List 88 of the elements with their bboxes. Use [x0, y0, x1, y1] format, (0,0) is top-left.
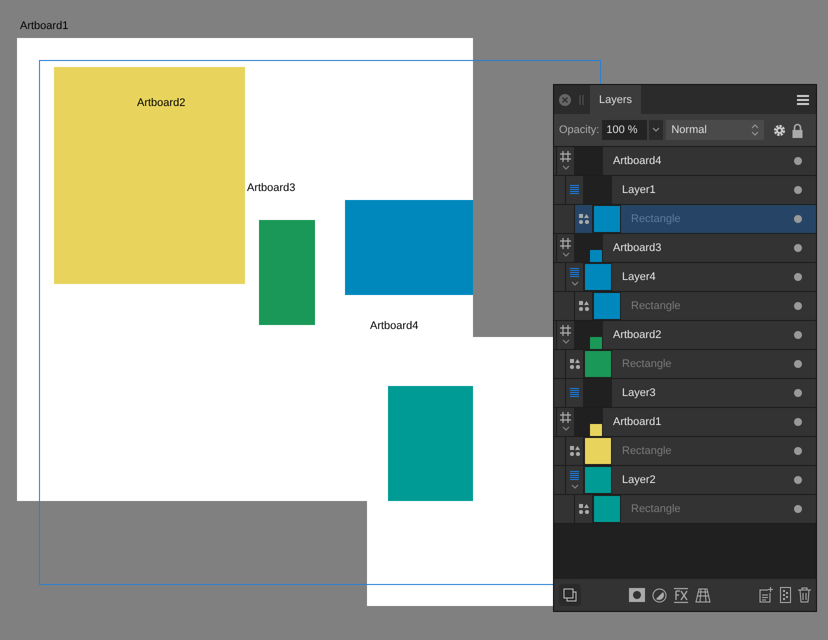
- close-icon[interactable]: [559, 94, 571, 106]
- visibility-dot[interactable]: [794, 476, 802, 484]
- visibility-dot[interactable]: [794, 157, 802, 165]
- layer-type-icon-cell[interactable]: [566, 437, 583, 465]
- grid-icon: [560, 412, 571, 423]
- layers-stack-icon[interactable]: [559, 584, 581, 606]
- layer-type-icon-cell[interactable]: [566, 350, 583, 378]
- up-down-arrows-icon: [751, 124, 760, 136]
- layer-type-icon-cell[interactable]: [566, 379, 583, 407]
- delete-icon[interactable]: [798, 587, 811, 603]
- layers-tab[interactable]: Layers: [590, 85, 642, 114]
- layer-name: Artboard2: [613, 329, 662, 341]
- layer-name: Artboard3: [613, 242, 662, 254]
- layer-type-icon-cell[interactable]: [557, 321, 574, 349]
- visibility-dot[interactable]: [794, 215, 802, 223]
- layer-name: Layer4: [622, 271, 657, 283]
- grip-icon[interactable]: [579, 94, 584, 104]
- layer-row[interactable]: Artboard1: [603, 408, 816, 436]
- layer-row[interactable]: Artboard4: [603, 147, 816, 175]
- layer-row[interactable]: Layer4: [612, 263, 816, 291]
- grid-icon: [560, 325, 571, 336]
- chevron-icon[interactable]: [562, 165, 570, 171]
- shapes-icon: [578, 504, 588, 514]
- layer-name: Artboard4: [613, 155, 662, 167]
- layer-type-icon-cell[interactable]: [566, 263, 583, 291]
- shapes-icon: [578, 214, 588, 224]
- artboard-label: Artboard1: [20, 20, 68, 33]
- add-layer-icon[interactable]: [759, 587, 773, 603]
- visibility-dot[interactable]: [794, 389, 802, 397]
- chevron-icon[interactable]: [562, 339, 570, 345]
- visibility-dot[interactable]: [794, 186, 802, 194]
- visibility-dot[interactable]: [794, 244, 802, 252]
- grid-icon: [560, 238, 571, 249]
- layer-name: Rectangle: [622, 445, 673, 457]
- lines-icon: [570, 470, 579, 480]
- chevron-down-icon[interactable]: [649, 120, 664, 140]
- layer-name: Rectangle: [622, 358, 673, 370]
- visibility-dot[interactable]: [794, 360, 802, 368]
- chevron-icon[interactable]: [562, 426, 570, 432]
- layer-type-icon-cell[interactable]: [557, 408, 574, 436]
- lines-icon: [570, 388, 579, 398]
- visibility-dot[interactable]: [794, 447, 802, 455]
- layer-row[interactable]: Artboard2: [603, 321, 816, 349]
- pixel-layer-icon[interactable]: [780, 587, 791, 603]
- mesh-icon[interactable]: [695, 588, 711, 602]
- layer-type-icon-cell[interactable]: [557, 234, 574, 262]
- artboard-label: Artboard4: [370, 320, 418, 333]
- layer-name: Layer1: [622, 184, 657, 196]
- visibility-dot[interactable]: [794, 505, 802, 513]
- opacity-field[interactable]: 100 %: [602, 120, 648, 140]
- shapes-icon: [570, 446, 580, 456]
- layer-row[interactable]: Layer2: [612, 466, 816, 494]
- layer-type-icon-cell[interactable]: [575, 205, 592, 233]
- chevron-icon[interactable]: [570, 280, 578, 286]
- layer-type-icon-cell[interactable]: [557, 147, 574, 175]
- layer-row[interactable]: Artboard3: [603, 234, 816, 262]
- fx-icon[interactable]: [674, 588, 688, 602]
- layer-type-icon-cell[interactable]: [575, 292, 592, 320]
- layer-type-icon-cell[interactable]: [566, 176, 583, 204]
- mask-icon[interactable]: [629, 588, 645, 602]
- settings-icon[interactable]: [773, 124, 786, 136]
- lines-icon: [570, 185, 579, 195]
- lines-icon: [570, 268, 579, 278]
- lock-icon[interactable]: [792, 122, 804, 138]
- grid-icon: [560, 151, 571, 162]
- chevron-icon[interactable]: [570, 484, 578, 490]
- shapes-icon: [570, 359, 580, 369]
- artboard-label: Artboard3: [247, 182, 296, 195]
- chevron-icon[interactable]: [562, 252, 570, 258]
- layer-name: Layer2: [622, 474, 657, 486]
- shapes-icon: [578, 301, 588, 311]
- layer-type-icon-cell[interactable]: [566, 466, 583, 494]
- visibility-dot[interactable]: [794, 418, 802, 426]
- layer-row[interactable]: Layer1: [612, 176, 816, 204]
- layer-type-icon-cell[interactable]: [575, 495, 592, 523]
- layer-name: Rectangle: [631, 503, 682, 515]
- visibility-dot[interactable]: [794, 273, 802, 281]
- layer-row[interactable]: Layer3: [612, 379, 816, 407]
- layer-name: Rectangle: [631, 300, 682, 312]
- menu-icon[interactable]: [797, 94, 809, 104]
- visibility-dot[interactable]: [794, 302, 802, 310]
- layer-name: Artboard1: [613, 416, 662, 428]
- blend-mode-dropdown[interactable]: Normal: [666, 120, 764, 140]
- visibility-dot[interactable]: [794, 331, 802, 339]
- opacity-label: Opacity:: [559, 124, 600, 136]
- adjustment-icon[interactable]: [652, 588, 667, 602]
- artboard-label: Artboard2: [137, 97, 186, 110]
- layer-name: Layer3: [622, 387, 657, 399]
